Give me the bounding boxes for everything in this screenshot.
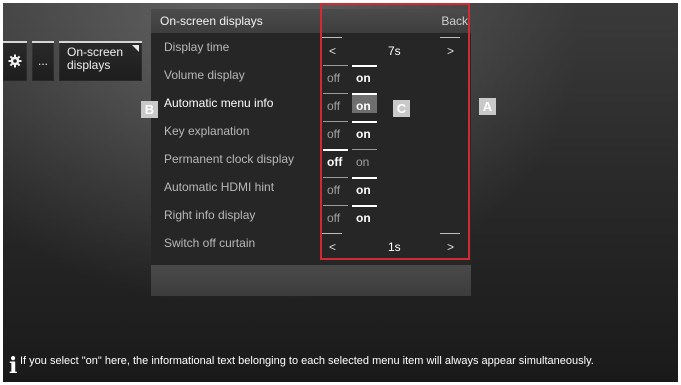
option-indicator xyxy=(352,65,377,67)
back-button[interactable]: Back xyxy=(441,14,468,28)
option-off[interactable]: off xyxy=(323,205,348,225)
left-arrow-icon: < xyxy=(329,240,337,254)
option-indicator xyxy=(352,205,377,207)
option-off[interactable]: off xyxy=(323,65,348,85)
menu-list: Display time < 7s > Volume display off o… xyxy=(151,33,471,265)
option-on[interactable]: on xyxy=(352,177,377,197)
option-label: on xyxy=(356,127,371,141)
row-label: Automatic menu info xyxy=(164,96,274,110)
option-on[interactable]: on xyxy=(352,93,377,113)
decrease-arrow-button[interactable]: < xyxy=(322,233,342,254)
option-label: on xyxy=(356,183,371,197)
display-time-value: 7s xyxy=(388,44,401,58)
option-indicator xyxy=(322,37,342,38)
option-label: off xyxy=(327,211,341,225)
row-label: Right info display xyxy=(164,208,256,222)
settings-tile[interactable] xyxy=(3,41,27,81)
option-label: on xyxy=(356,155,370,169)
option-off[interactable]: off xyxy=(323,121,348,141)
on-screen-displays-tile-label: On-screen displays xyxy=(67,45,124,72)
option-off[interactable]: off xyxy=(323,93,348,113)
row-switch-off-curtain[interactable]: Switch off curtain < 1s > xyxy=(151,229,471,257)
callout-badge-a: A xyxy=(479,98,496,115)
option-label: off xyxy=(327,99,341,113)
left-arrow-icon: < xyxy=(329,44,337,58)
row-label: Switch off curtain xyxy=(164,236,256,250)
option-label: off xyxy=(327,127,341,141)
menu-header: On-screen displays Back xyxy=(151,9,471,33)
tile-indicator xyxy=(3,41,27,43)
row-automatic-hdmi-hint[interactable]: Automatic HDMI hint off on xyxy=(151,173,471,201)
gear-icon xyxy=(8,54,22,68)
option-label: on xyxy=(356,211,371,225)
option-label: off xyxy=(327,155,343,169)
more-tile[interactable]: ... xyxy=(32,41,54,81)
option-on[interactable]: on xyxy=(352,121,377,141)
tv-screen: ... On-screen displays On-screen display… xyxy=(3,3,678,382)
option-label: on xyxy=(356,71,371,85)
row-volume-display[interactable]: Volume display off on xyxy=(151,61,471,89)
row-label: Permanent clock display xyxy=(164,152,295,166)
option-indicator xyxy=(440,233,460,234)
increase-arrow-button[interactable]: > xyxy=(440,37,460,58)
option-on[interactable]: on xyxy=(352,65,377,85)
info-text: If you select "on" here, the information… xyxy=(20,355,594,367)
option-indicator xyxy=(322,233,342,234)
on-screen-displays-menu: On-screen displays Back Display time < 7… xyxy=(151,9,471,296)
option-indicator xyxy=(352,93,377,95)
option-indicator xyxy=(323,205,348,206)
decrease-arrow-button[interactable]: < xyxy=(322,37,342,58)
option-indicator xyxy=(323,177,348,178)
switch-off-curtain-value: 1s xyxy=(388,240,401,254)
right-arrow-icon: > xyxy=(447,240,455,254)
option-indicator xyxy=(352,121,377,123)
row-label: Automatic HDMI hint xyxy=(164,180,275,194)
row-right-info-display[interactable]: Right info display off on xyxy=(151,201,471,229)
info-icon: i xyxy=(9,353,18,379)
option-indicator xyxy=(440,37,460,38)
option-indicator xyxy=(323,121,348,122)
right-arrow-icon: > xyxy=(447,44,455,58)
row-key-explanation[interactable]: Key explanation off on xyxy=(151,117,471,145)
row-automatic-menu-info[interactable]: Automatic menu info off on xyxy=(151,89,471,117)
on-screen-displays-tile[interactable]: On-screen displays xyxy=(59,41,142,81)
row-display-time[interactable]: Display time < 7s > xyxy=(151,33,471,61)
corner-arrow-icon xyxy=(132,45,139,52)
row-label: Key explanation xyxy=(164,124,250,138)
option-label: off xyxy=(327,183,341,197)
option-off[interactable]: off xyxy=(323,149,348,169)
menu-title: On-screen displays xyxy=(160,14,263,28)
tile-indicator xyxy=(59,41,142,43)
option-indicator xyxy=(352,177,377,179)
option-indicator xyxy=(323,93,348,94)
callout-badge-b: B xyxy=(141,101,158,118)
row-permanent-clock-display[interactable]: Permanent clock display off on xyxy=(151,145,471,173)
option-label: on xyxy=(356,99,371,113)
option-indicator xyxy=(323,149,348,151)
increase-arrow-button[interactable]: > xyxy=(440,233,460,254)
menu-footer xyxy=(151,265,471,296)
more-label: ... xyxy=(37,54,48,68)
option-off[interactable]: off xyxy=(323,177,348,197)
row-label: Display time xyxy=(164,40,230,54)
tile-indicator xyxy=(32,41,54,43)
option-label: off xyxy=(327,71,341,85)
callout-badge-c: C xyxy=(393,100,410,117)
row-label: Volume display xyxy=(164,68,245,82)
option-on[interactable]: on xyxy=(352,149,377,169)
option-on[interactable]: on xyxy=(352,205,377,225)
option-indicator xyxy=(352,149,377,150)
option-indicator xyxy=(323,65,348,66)
